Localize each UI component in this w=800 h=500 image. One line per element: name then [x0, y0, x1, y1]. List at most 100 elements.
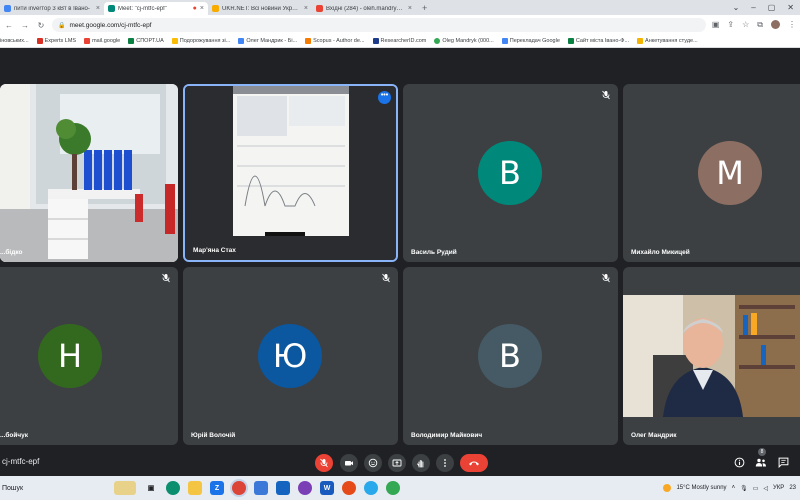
- weather-text[interactable]: 15°C Mostly sunny: [676, 485, 726, 491]
- raise-hand-button[interactable]: [412, 454, 430, 472]
- leave-call-button[interactable]: [460, 454, 488, 472]
- desktop-widget-icon[interactable]: [114, 481, 136, 495]
- more-options-button[interactable]: [436, 454, 454, 472]
- bookmark-item[interactable]: іновських...: [0, 38, 29, 44]
- bookmark-item[interactable]: Анкетування студе...: [637, 38, 698, 44]
- meet-participant-grid: ...бідко ••• Мар'яна Стах В Василь Рудий…: [0, 49, 800, 476]
- participant-tile[interactable]: М Михайло Микицей: [623, 84, 800, 262]
- bookmark-item[interactable]: Experts LMS: [36, 38, 76, 44]
- task-view-icon[interactable]: ▣: [144, 481, 158, 495]
- browser-tab[interactable]: пити inverтор 3 кВт в Івано- ×: [0, 2, 104, 15]
- bookmark-item[interactable]: Scopus - Author de...: [305, 38, 365, 44]
- maximize-icon[interactable]: ▢: [768, 3, 776, 12]
- info-icon: [734, 457, 744, 467]
- more-options-button[interactable]: •••: [378, 91, 391, 104]
- mail-icon[interactable]: [276, 481, 290, 495]
- mic-toggle-button[interactable]: [315, 454, 333, 472]
- search-placeholder: Пошук: [2, 484, 24, 492]
- system-tray: 15°C Mostly sunny ˄ 🎙 ▭ ◁ УКР 23: [663, 484, 800, 492]
- meeting-details-button[interactable]: [733, 456, 745, 468]
- bookmark-item[interactable]: Олег Мандрик - Бі...: [238, 38, 297, 44]
- gmail-favicon-icon: [316, 5, 323, 12]
- chrome-icon[interactable]: [232, 481, 246, 495]
- minimize-icon[interactable]: –: [751, 3, 755, 12]
- tab-favicon-icon: [212, 5, 219, 12]
- taskbar-search[interactable]: Пошук: [0, 479, 110, 497]
- browser-tab[interactable]: UKR.NET: Всі новини України, о... ×: [208, 2, 312, 15]
- forward-icon[interactable]: →: [20, 21, 30, 30]
- bookmark-icon: [567, 38, 574, 44]
- menu-icon[interactable]: ⋮: [788, 20, 796, 30]
- language-indicator[interactable]: УКР: [773, 485, 784, 491]
- new-tab-button[interactable]: +: [416, 2, 433, 15]
- tab-close-icon[interactable]: ×: [200, 5, 204, 12]
- clock-time[interactable]: 23: [789, 485, 796, 491]
- chrome-icon-2[interactable]: [386, 481, 400, 495]
- file-explorer-icon[interactable]: [188, 481, 202, 495]
- gmail-icon: [84, 38, 91, 44]
- word-icon[interactable]: W: [320, 481, 334, 495]
- tab-search-icon[interactable]: ⌄: [733, 3, 740, 12]
- viber-icon[interactable]: [298, 481, 312, 495]
- participant-tile-pinned[interactable]: ••• Мар'яна Стах: [183, 84, 398, 262]
- browser-tab-active[interactable]: Meet: "cj-mtfc-epf" ● ×: [104, 2, 208, 15]
- tab-close-icon[interactable]: ×: [408, 5, 412, 12]
- bookmark-item[interactable]: Подорожування зі...: [171, 38, 231, 44]
- bookmark-star-icon[interactable]: ☆: [742, 20, 749, 30]
- present-screen-button[interactable]: [388, 454, 406, 472]
- avatar-initial: М: [716, 154, 744, 192]
- hang-up-icon: [469, 461, 479, 466]
- bookmark-label: mail.google: [92, 38, 121, 44]
- profile-avatar[interactable]: [771, 20, 780, 29]
- camera-indicator-icon[interactable]: ▣: [712, 20, 720, 30]
- people-button[interactable]: 8: [755, 448, 767, 468]
- bookmark-item[interactable]: Сайт міста Івано-Ф...: [567, 38, 629, 44]
- tab-title: Вхідні (284) - oleh.mandryk@nu...: [326, 5, 405, 12]
- participant-name: Василь Рудий: [411, 249, 457, 256]
- bookmark-label: Подорожування зі...: [179, 38, 231, 44]
- zoom-icon[interactable]: Z: [210, 481, 224, 495]
- participant-tile[interactable]: Ю Юрій Волочій: [183, 267, 398, 445]
- weather-icon[interactable]: [663, 484, 672, 492]
- tab-close-icon[interactable]: ×: [304, 5, 308, 12]
- mic-tray-icon[interactable]: 🎙: [740, 485, 748, 492]
- share-icon[interactable]: ⇪: [727, 20, 734, 30]
- participant-avatar: В: [478, 324, 542, 388]
- tab-favicon-icon: [4, 5, 11, 12]
- bookmark-icon: [637, 38, 644, 44]
- bookmark-item[interactable]: mail.google: [84, 38, 120, 44]
- reload-icon[interactable]: ↻: [36, 21, 46, 30]
- avatar-initial: В: [499, 154, 521, 192]
- extensions-icon[interactable]: ⧉: [757, 20, 763, 30]
- telegram-icon[interactable]: [364, 481, 378, 495]
- bookmark-item[interactable]: ResearcherID.com: [372, 38, 426, 44]
- participant-tile[interactable]: Олег Мандрик: [623, 267, 800, 445]
- participant-tile[interactable]: В Володимир Майкович: [403, 267, 618, 445]
- back-icon[interactable]: ←: [4, 21, 14, 30]
- bookmark-label: Олег Мандрик - Бі...: [246, 38, 298, 44]
- edge-icon[interactable]: [166, 481, 180, 495]
- tray-expand-icon[interactable]: ˄: [732, 485, 736, 491]
- tab-title: Meet: "cj-mtfc-epf": [118, 5, 167, 12]
- tab-close-icon[interactable]: ×: [96, 5, 100, 12]
- bookmark-item[interactable]: Oleg Mandryk (000...: [434, 38, 494, 44]
- participant-name: Юрій Волочій: [191, 432, 236, 439]
- camera-icon: [345, 461, 353, 466]
- chat-button[interactable]: [777, 456, 789, 468]
- close-window-icon[interactable]: ✕: [787, 3, 794, 12]
- participant-tile[interactable]: ...бідко: [0, 84, 178, 262]
- bookmark-label: іновських...: [0, 38, 29, 44]
- camera-toggle-button[interactable]: [340, 454, 358, 472]
- participant-tile[interactable]: Н ...бойчук: [0, 267, 178, 445]
- participant-tile[interactable]: В Василь Рудий: [403, 84, 618, 262]
- network-icon[interactable]: ▭: [753, 485, 759, 492]
- reactions-button[interactable]: [364, 454, 382, 472]
- browser-tab[interactable]: Вхідні (284) - oleh.mandryk@nu... ×: [312, 2, 416, 15]
- speaker-icon[interactable]: ◁: [763, 485, 768, 492]
- store-icon[interactable]: [254, 481, 268, 495]
- media-player-icon[interactable]: [342, 481, 356, 495]
- bookmark-item[interactable]: СПОРТ.UA: [128, 38, 164, 44]
- url-field[interactable]: 🔒 meet.google.com/cj-mtfc-epf: [52, 18, 706, 32]
- bookmark-item[interactable]: Перекладач Google: [501, 38, 560, 44]
- scopus-icon: [305, 38, 312, 44]
